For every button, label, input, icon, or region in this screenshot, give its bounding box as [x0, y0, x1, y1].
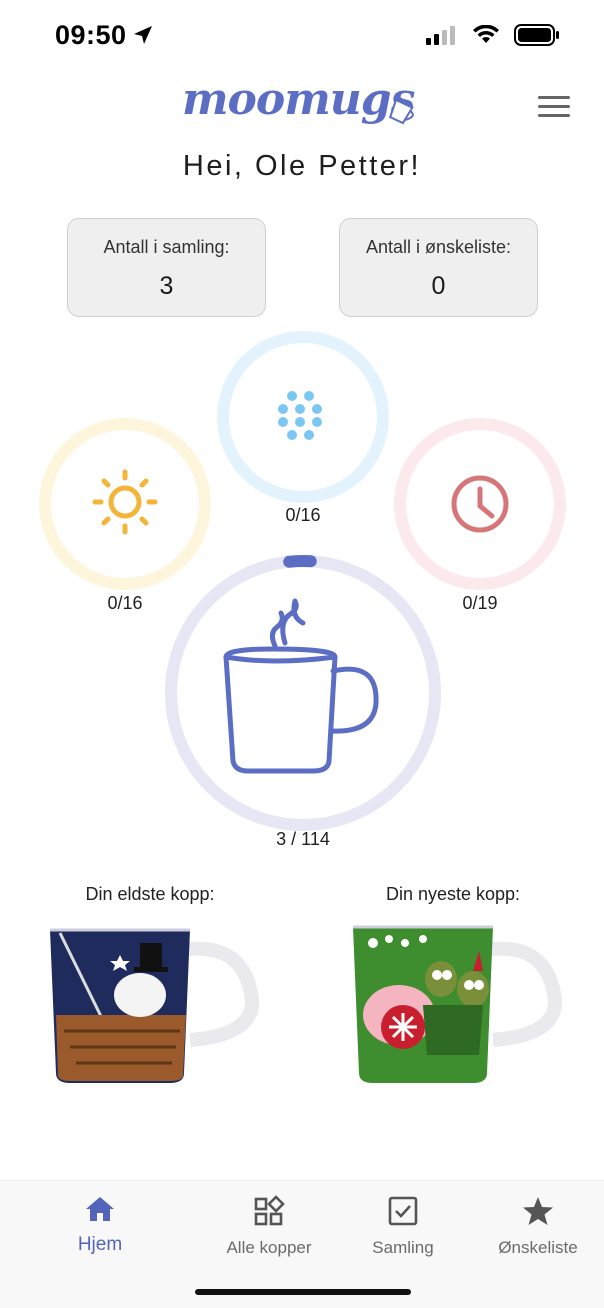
tab-all-mugs-label: Alle kopper	[226, 1238, 312, 1257]
greeting-title: Hei, Ole Petter!	[182, 150, 422, 182]
wifi-icon	[473, 25, 499, 43]
newest-mug-image[interactable]	[343, 915, 563, 1090]
status-indicators	[426, 24, 560, 46]
winter-progress-ring[interactable]	[215, 329, 391, 505]
svg-text:moomugs: moomugs	[182, 74, 415, 125]
wishlist-count-value: 0	[431, 272, 446, 300]
ring-track	[217, 331, 389, 503]
winter-progress-label: 0/16	[285, 505, 321, 525]
cellular-signal-icon	[426, 26, 455, 45]
menu-line	[538, 96, 570, 99]
wishlist-count-label: Antall i ønskeliste:	[365, 237, 512, 257]
checkbox-icon	[388, 1196, 418, 1226]
location-arrow-icon	[134, 26, 152, 44]
total-progress-ring[interactable]	[163, 553, 443, 833]
collection-count-label: Antall i samling:	[103, 237, 230, 257]
ring-track	[165, 555, 441, 831]
tab-all-mugs[interactable]: Alle kopper	[214, 1195, 324, 1258]
snow-dots-icon	[278, 391, 322, 440]
oldest-mug-image[interactable]	[40, 915, 260, 1090]
wishlist-count-card[interactable]: Antall i ønskeliste: 0	[339, 218, 538, 317]
oldest-mug-caption: Din eldste kopp:	[85, 884, 215, 904]
total-progress-label: 3 / 114	[276, 829, 330, 849]
ring-progress	[165, 555, 441, 831]
home-indicator	[195, 1289, 411, 1295]
collection-count-card[interactable]: Antall i samling: 3	[67, 218, 266, 317]
status-time: 09:50	[55, 20, 127, 50]
grid-icon	[254, 1195, 285, 1226]
home-icon	[86, 1197, 114, 1221]
tab-wishlist-label: Ønskeliste	[498, 1238, 578, 1257]
menu-line	[538, 105, 570, 108]
star-icon	[523, 1197, 553, 1225]
moomugs-logo: moomugs	[182, 74, 416, 125]
battery-icon	[514, 24, 559, 46]
tab-collection[interactable]: Samling	[358, 1195, 448, 1258]
newest-mug-caption: Din nyeste kopp:	[385, 884, 521, 904]
menu-line	[538, 114, 570, 117]
tab-collection-label: Samling	[372, 1238, 434, 1257]
hamburger-menu-button[interactable]	[538, 96, 570, 122]
clock-icon	[451, 475, 509, 533]
collection-count-value: 3	[159, 272, 174, 300]
mug-icon	[223, 598, 379, 774]
tab-home-label: Hjem	[77, 1234, 123, 1255]
tab-home[interactable]: Hjem	[60, 1195, 140, 1256]
sun-icon	[92, 469, 158, 535]
tab-wishlist[interactable]: Ønskeliste	[488, 1195, 588, 1258]
